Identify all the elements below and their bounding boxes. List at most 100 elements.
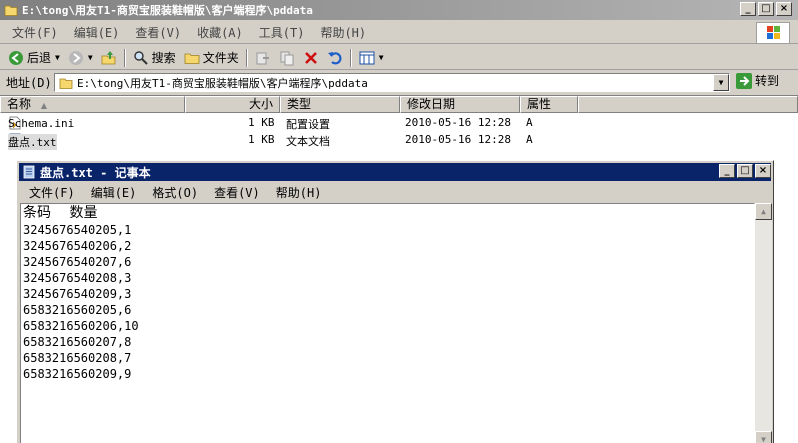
menu-help[interactable]: 帮助(H): [312, 24, 374, 41]
column-header-name-label: 名称: [7, 97, 32, 111]
up-folder-icon: [101, 50, 116, 64]
file-size: 1 KB: [248, 133, 275, 146]
toolbar-separator: [123, 48, 126, 67]
search-button[interactable]: 搜索: [129, 47, 180, 69]
text-line: 3245676540208,3: [23, 271, 132, 285]
minimize-button[interactable]: _: [740, 2, 756, 16]
file-name: 盘点.txt: [8, 134, 57, 150]
notepad-title: 盘点.txt - 记事本: [40, 165, 151, 180]
file-attributes: A: [526, 116, 533, 129]
toolbar-separator: [349, 48, 352, 67]
file-modified: 2010-05-16 12:28: [405, 133, 511, 146]
views-dropdown-icon[interactable]: ▼: [379, 53, 384, 62]
column-header-name[interactable]: 名称 ▲: [0, 96, 185, 113]
undo-button[interactable]: [323, 47, 347, 69]
forward-dropdown-icon[interactable]: ▼: [88, 53, 93, 62]
notepad-text-area[interactable]: 条码 数量 3245676540205,1 3245676540206,2 32…: [20, 203, 755, 443]
text-line: 6583216560208,7: [23, 351, 132, 365]
views-grid-icon: [359, 51, 375, 64]
copy-to-button[interactable]: [275, 47, 299, 69]
folders-button[interactable]: 文件夹: [180, 47, 243, 69]
notepad-close-button[interactable]: ×: [755, 164, 771, 178]
go-label: 转到: [755, 74, 780, 88]
forward-arrow-icon: [68, 50, 83, 65]
column-header-size[interactable]: 大小: [185, 96, 280, 113]
column-headers: 名称 ▲ 大小 类型 修改日期 属性: [0, 96, 798, 113]
move-to-icon: [256, 52, 269, 64]
folder-icon: [59, 78, 73, 89]
go-button[interactable]: 转到: [736, 72, 779, 89]
move-to-button[interactable]: [251, 47, 275, 69]
delete-button[interactable]: [299, 47, 323, 69]
address-input[interactable]: E:\tong\用友T1-商贸宝服装鞋帽版\客户端程序\pddata ▼: [54, 73, 730, 92]
close-button[interactable]: ×: [776, 2, 792, 16]
notepad-minimize-button[interactable]: _: [719, 164, 735, 178]
sort-ascending-icon: ▲: [40, 101, 47, 110]
notepad-title-bar[interactable]: 盘点.txt - 记事本 _ □ ×: [19, 163, 771, 181]
text-line: 3245676540205,1: [23, 223, 132, 237]
address-path: E:\tong\用友T1-商贸宝服装鞋帽版\客户端程序\pddata: [77, 76, 368, 90]
text-line: 6583216560206,10: [23, 319, 139, 333]
forward-button[interactable]: ▼: [64, 47, 97, 69]
menu-view[interactable]: 查看(V): [127, 24, 189, 41]
file-modified: 2010-05-16 12:28: [405, 116, 511, 129]
column-header-filler: [578, 96, 798, 113]
file-type: 配置设置: [286, 118, 330, 131]
file-type: 文本文档: [286, 135, 330, 148]
back-dropdown-icon[interactable]: ▼: [55, 53, 60, 62]
notepad-menu-edit[interactable]: 编辑(E): [83, 184, 145, 201]
scroll-up-button[interactable]: ▲: [755, 203, 772, 220]
explorer-toolbar: 后退 ▼ ▼ 搜索 文件夹 ▼: [0, 46, 798, 70]
menu-file[interactable]: 文件(F): [4, 24, 66, 41]
file-attributes: A: [526, 133, 533, 146]
notepad-icon: [23, 165, 35, 179]
notepad-menu-view[interactable]: 查看(V): [206, 184, 268, 201]
notepad-menu-help[interactable]: 帮助(H): [268, 184, 330, 201]
copy-to-icon: [280, 51, 294, 65]
menu-tools[interactable]: 工具(T): [251, 24, 313, 41]
go-arrow-icon: [736, 72, 752, 89]
folders-icon: [184, 53, 200, 64]
file-size: 1 KB: [248, 116, 275, 129]
text-line: 6583216560207,8: [23, 335, 132, 349]
column-header-modified[interactable]: 修改日期: [400, 96, 520, 113]
up-folder-button[interactable]: [97, 47, 121, 69]
notepad-menu-bar: 文件(F) 编辑(E) 格式(O) 查看(V) 帮助(H): [19, 182, 771, 202]
back-arrow-icon: [9, 50, 23, 65]
scroll-down-button[interactable]: ▼: [755, 431, 772, 443]
notepad-menu-file[interactable]: 文件(F): [21, 184, 83, 201]
toolbar-separator: [245, 48, 248, 67]
menu-edit[interactable]: 编辑(E): [66, 24, 128, 41]
file-name: Schema.ini: [8, 117, 75, 130]
back-button[interactable]: 后退 ▼: [4, 47, 64, 69]
notepad-maximize-button[interactable]: □: [737, 164, 753, 178]
back-label: 后退: [27, 51, 52, 65]
file-row[interactable]: Schema.ini 1 KB 配置设置 2010-05-16 12:28 A: [0, 114, 798, 131]
column-header-attributes[interactable]: 属性: [520, 96, 578, 113]
maximize-button[interactable]: □: [758, 2, 774, 16]
address-label: 地址(D): [6, 75, 52, 90]
notepad-menu-format[interactable]: 格式(O): [144, 184, 206, 201]
text-line: 3245676540209,3: [23, 287, 132, 301]
text-line: 3245676540207,6: [23, 255, 132, 269]
notepad-vertical-scrollbar[interactable]: ▲ ▼: [755, 203, 772, 443]
windows-logo: [756, 22, 790, 44]
text-line-header: 条码 数量: [23, 205, 98, 221]
text-line: 6583216560209,9: [23, 367, 132, 381]
notepad-window[interactable]: 盘点.txt - 记事本 _ □ × 文件(F) 编辑(E) 格式(O) 查看(…: [16, 160, 774, 443]
address-bar: 地址(D) E:\tong\用友T1-商贸宝服装鞋帽版\客户端程序\pddata…: [0, 71, 798, 93]
text-line: 3245676540206,2: [23, 239, 132, 253]
folder-icon: [4, 5, 18, 16]
address-dropdown-icon[interactable]: ▼: [713, 74, 729, 91]
folders-label: 文件夹: [202, 51, 239, 65]
windows-flag-icon: [767, 26, 780, 39]
file-row[interactable]: 盘点.txt 1 KB 文本文档 2010-05-16 12:28 A: [0, 131, 798, 150]
column-header-type[interactable]: 类型: [280, 96, 400, 113]
undo-icon: [327, 51, 342, 64]
delete-x-icon: [304, 51, 317, 64]
explorer-menu-bar: 文件(F) 编辑(E) 查看(V) 收藏(A) 工具(T) 帮助(H): [0, 22, 798, 44]
explorer-title-bar[interactable]: E:\tong\用友T1-商贸宝服装鞋帽版\客户端程序\pddata _ □ ×: [0, 0, 798, 20]
menu-favorites[interactable]: 收藏(A): [189, 24, 251, 41]
views-button[interactable]: ▼: [355, 47, 388, 69]
explorer-title: E:\tong\用友T1-商贸宝服装鞋帽版\客户端程序\pddata: [22, 4, 313, 17]
